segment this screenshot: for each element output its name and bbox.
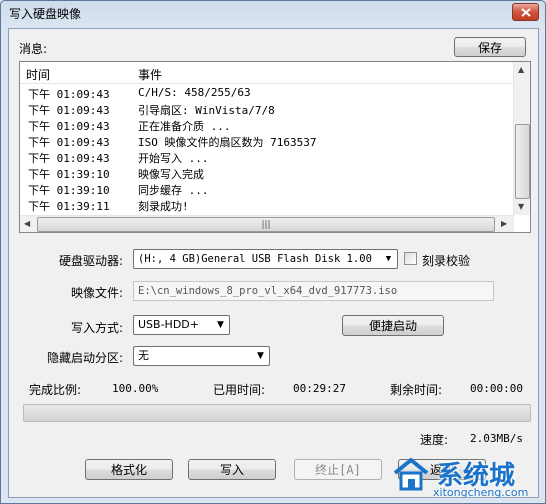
write-progress-bar <box>23 404 531 422</box>
log-row: 下午 01:09:43 C/H/S: 458/255/63 <box>20 85 514 101</box>
abort-button[interactable]: 终止[A] <box>294 459 382 480</box>
remaining-time-label: 剩余时间: <box>390 383 443 397</box>
column-header-time[interactable]: 时间 <box>26 66 50 83</box>
remaining-time-value: 00:00:00 <box>470 382 523 395</box>
speed-label: 速度: <box>420 433 449 447</box>
scroll-down-icon[interactable]: ▼ <box>518 202 524 211</box>
log-row: 下午 01:09:43 正在准备介质 ... <box>20 117 514 133</box>
hidden-partition-label: 隐藏启动分区: <box>47 351 124 365</box>
image-file-field[interactable]: E:\cn_windows_8_pro_vl_x64_dvd_917773.is… <box>133 281 494 301</box>
grip-icon: ||| <box>261 219 271 230</box>
log-row: 下午 01:39:11 刻录成功! <box>20 197 514 213</box>
hidden-partition-select[interactable]: 无 ▼ <box>133 346 270 366</box>
write-mode-value: USB-HDD+ <box>138 318 199 331</box>
save-button[interactable]: 保存 <box>454 37 526 57</box>
log-event: 开始写入 ... <box>138 152 209 165</box>
elapsed-time-value: 00:29:27 <box>293 382 346 395</box>
messages-label: 消息: <box>19 42 48 56</box>
progress-fill <box>24 405 530 421</box>
log-row: 下午 01:39:10 映像写入完成 <box>20 165 514 181</box>
app-window: 写入硬盘映像 消息: 保存 时间 事件 下午 01:09:43 C/H/S: 45… <box>0 0 546 504</box>
house-logo-icon <box>393 458 429 491</box>
chevron-down-icon: ▼ <box>385 254 392 264</box>
log-time: 下午 01:09:43 <box>28 152 110 165</box>
drive-select[interactable]: (H:, 4 GB)General USB Flash Disk 1.00 ▼ <box>133 249 398 269</box>
log-event: 映像写入完成 <box>138 168 204 181</box>
speed-value: 2.03MB/s <box>470 432 523 445</box>
format-button[interactable]: 格式化 <box>85 459 173 480</box>
drive-select-value: (H:, 4 GB)General USB Flash Disk 1.00 <box>138 253 372 265</box>
watermark-url: xitongcheng.com <box>433 486 529 499</box>
close-icon <box>520 7 531 17</box>
log-event: 刻录成功! <box>138 200 189 213</box>
log-event: 引导扇区: WinVista/7/8 <box>138 104 275 117</box>
log-vertical-scrollbar[interactable]: ▲ ▼ <box>513 62 530 215</box>
log-time: 下午 01:39:10 <box>28 184 110 197</box>
log-header: 时间 事件 <box>20 62 514 84</box>
scroll-right-icon[interactable]: ▶ <box>501 219 507 228</box>
complete-ratio-value: 100.00% <box>112 382 159 395</box>
log-row: 下午 01:09:43 ISO 映像文件的扇区数为 7163537 <box>20 133 514 149</box>
title-bar: 写入硬盘映像 <box>1 1 545 27</box>
scroll-left-icon[interactable]: ◀ <box>24 219 30 228</box>
log-row: 下午 01:09:43 引导扇区: WinVista/7/8 <box>20 101 514 117</box>
log-time: 下午 01:09:43 <box>28 136 110 149</box>
log-time: 下午 01:39:10 <box>28 168 110 181</box>
verify-checkbox[interactable] <box>404 252 417 265</box>
window-title: 写入硬盘映像 <box>9 7 82 21</box>
log-time: 下午 01:09:43 <box>28 104 110 117</box>
log-event: C/H/S: 458/255/63 <box>138 86 251 99</box>
chevron-down-icon: ▼ <box>217 320 224 330</box>
log-row: 下午 01:09:43 开始写入 ... <box>20 149 514 165</box>
elapsed-time-label: 已用时间: <box>213 383 266 397</box>
quick-boot-button[interactable]: 便捷启动 <box>342 315 444 336</box>
log-time: 下午 01:39:11 <box>28 200 110 213</box>
chevron-down-icon: ▼ <box>257 351 264 361</box>
site-watermark: 系统城 xitongcheng.com <box>391 455 541 501</box>
hidden-partition-value: 无 <box>138 349 149 362</box>
log-time: 下午 01:09:43 <box>28 120 110 133</box>
drive-label: 硬盘驱动器: <box>59 254 124 268</box>
log-row: 下午 01:39:10 同步缓存 ... <box>20 181 514 197</box>
log-event: 正在准备介质 ... <box>138 120 231 133</box>
write-mode-label: 写入方式: <box>71 321 124 335</box>
horizontal-scroll-thumb[interactable]: ||| <box>37 217 495 232</box>
image-file-label: 映像文件: <box>71 286 124 300</box>
complete-ratio-label: 完成比例: <box>29 383 82 397</box>
log-event: 同步缓存 ... <box>138 184 209 197</box>
verify-label: 刻录校验 <box>422 254 471 268</box>
write-button[interactable]: 写入 <box>188 459 276 480</box>
log-event: ISO 映像文件的扇区数为 7163537 <box>138 136 317 149</box>
dialog-client-area: 消息: 保存 时间 事件 下午 01:09:43 C/H/S: 458/255/6… <box>8 28 539 498</box>
write-mode-select[interactable]: USB-HDD+ ▼ <box>133 315 230 335</box>
scroll-up-icon[interactable]: ▲ <box>518 65 524 74</box>
log-horizontal-scrollbar[interactable]: ◀ ||| ▶ <box>20 215 514 232</box>
column-header-event[interactable]: 事件 <box>138 66 162 83</box>
log-time: 下午 01:09:43 <box>28 88 110 101</box>
message-log[interactable]: 时间 事件 下午 01:09:43 C/H/S: 458/255/63 下午 01… <box>19 61 531 233</box>
vertical-scroll-thumb[interactable] <box>515 124 530 199</box>
close-button[interactable] <box>512 3 539 21</box>
